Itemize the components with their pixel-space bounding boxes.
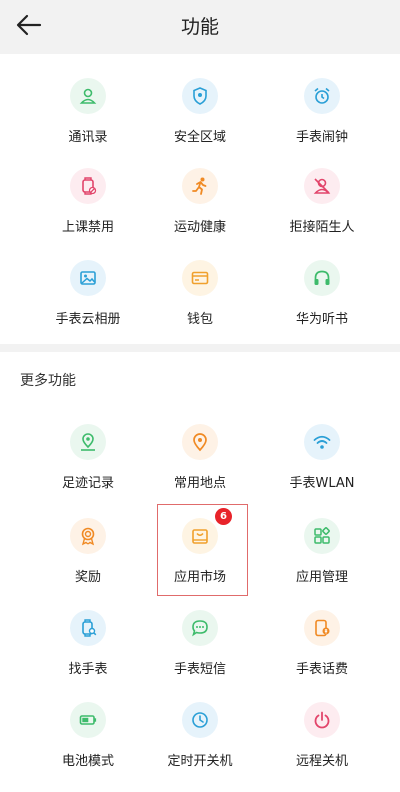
map-pin-icon: [182, 424, 218, 460]
medal-icon: [70, 518, 106, 554]
find-watch-icon: [70, 610, 106, 646]
timer-icon: [182, 702, 218, 738]
phone-bill-icon: [304, 610, 340, 646]
item-label: 手表话费: [295, 662, 348, 677]
battery-mode-item[interactable]: 电池模式: [33, 702, 143, 769]
wallet-icon: [182, 260, 218, 296]
item-label: 找手表: [68, 662, 108, 677]
footprint-item[interactable]: 足迹记录: [33, 424, 143, 491]
cloud-album-item[interactable]: 手表云相册: [33, 260, 143, 327]
item-label: 手表云相册: [55, 312, 121, 327]
item-label: 手表闹钟: [295, 130, 348, 145]
wallet-item[interactable]: 钱包: [145, 260, 255, 327]
page-title: 功能: [180, 16, 219, 38]
class-disable-item[interactable]: 上课禁用: [33, 168, 143, 235]
contacts-item[interactable]: 通讯录: [33, 78, 143, 145]
find-watch-item[interactable]: 找手表: [33, 610, 143, 677]
power-icon: [304, 702, 340, 738]
safe-zone-item[interactable]: 安全区域: [145, 78, 255, 145]
item-label: 华为听书: [295, 312, 348, 327]
scheduled-power-item[interactable]: 定时开关机: [145, 702, 255, 769]
item-label: 拒接陌生人: [289, 220, 355, 235]
battery-icon: [70, 702, 106, 738]
reject-stranger-item[interactable]: 拒接陌生人: [267, 168, 377, 235]
common-places-item[interactable]: 常用地点: [145, 424, 255, 491]
item-label: 手表短信: [173, 662, 226, 677]
app-header: 功能: [0, 0, 400, 50]
section-title: 更多功能: [20, 373, 76, 389]
item-label: 手表WLAN: [289, 476, 355, 491]
footprint-location-icon: [70, 424, 106, 460]
huawei-audiobook-item[interactable]: 华为听书: [267, 260, 377, 327]
reward-item[interactable]: 奖励: [33, 518, 143, 585]
remote-shutdown-item[interactable]: 远程关机: [267, 702, 377, 769]
watch-wlan-item[interactable]: 手表WLAN: [267, 424, 377, 491]
running-icon: [182, 168, 218, 204]
highlight-box: [157, 504, 248, 596]
watch-alarm-item[interactable]: 手表闹钟: [267, 78, 377, 145]
sport-health-item[interactable]: 运动健康: [145, 168, 255, 235]
watch-disabled-icon: [70, 168, 106, 204]
item-label: 常用地点: [173, 476, 226, 491]
item-label: 应用管理: [295, 570, 348, 585]
item-label: 电池模式: [61, 754, 114, 769]
item-label: 奖励: [74, 570, 101, 585]
item-label: 安全区域: [173, 130, 226, 145]
watch-sms-item[interactable]: 手表短信: [145, 610, 255, 677]
item-label: 远程关机: [295, 754, 348, 769]
item-label: 通讯录: [68, 130, 108, 145]
wifi-icon: [304, 424, 340, 460]
headphones-icon: [304, 260, 340, 296]
alarm-clock-icon: [304, 78, 340, 114]
photo-album-icon: [70, 260, 106, 296]
block-person-icon: [304, 168, 340, 204]
item-label: 定时开关机: [167, 754, 233, 769]
shield-location-icon: [182, 78, 218, 114]
item-label: 钱包: [186, 312, 213, 327]
item-label: 上课禁用: [61, 220, 114, 235]
app-grid-icon: [304, 518, 340, 554]
message-icon: [182, 610, 218, 646]
watch-phone-bill-item[interactable]: 手表话费: [267, 610, 377, 677]
item-label: 足迹记录: [61, 476, 114, 491]
item-label: 运动健康: [173, 220, 226, 235]
app-management-item[interactable]: 应用管理: [267, 518, 377, 585]
contacts-icon: [70, 78, 106, 114]
